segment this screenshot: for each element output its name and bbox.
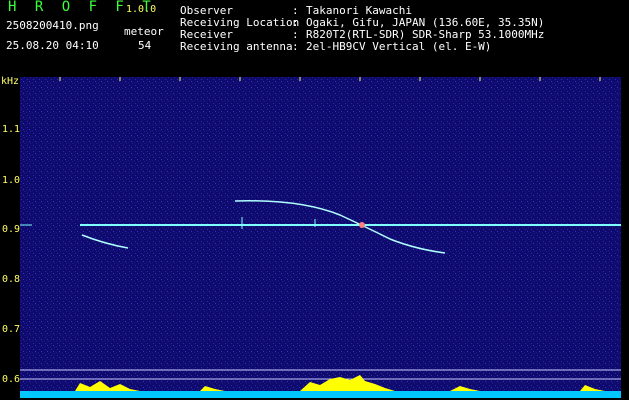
y-tick-0.7: 0.7 <box>2 324 21 335</box>
noise-background <box>20 77 621 398</box>
meteor-count: 54 <box>138 39 152 52</box>
y-axis-unit: kHz <box>1 76 20 87</box>
meteor-label: meteor <box>124 25 164 38</box>
y-tick-0.8: 0.8 <box>2 274 21 285</box>
y-tick-0.9: 0.9 <box>2 224 21 235</box>
echo-highlight <box>359 222 365 228</box>
hrofft-window: H R O F F T 1.0.0 2508200410.png 25.08.2… <box>0 0 629 400</box>
app-version: 1.0.0 <box>126 4 157 15</box>
y-tick-1.1: 1.1 <box>2 124 21 135</box>
y-tick-0.6: 0.6 <box>2 374 21 385</box>
antenna-label: Receiving antenna <box>180 40 293 53</box>
file-name: 2508200410.png <box>6 19 99 32</box>
spectrogram <box>20 77 621 398</box>
antenna-value: 2el-HB9CV Vertical (el. E-W) <box>306 40 492 53</box>
antenna-colon: : <box>292 40 299 53</box>
y-tick-1.0: 1.0 <box>2 175 21 186</box>
date-time: 25.08.20 04:10 <box>6 39 99 52</box>
spectrogram-plot <box>20 77 621 398</box>
